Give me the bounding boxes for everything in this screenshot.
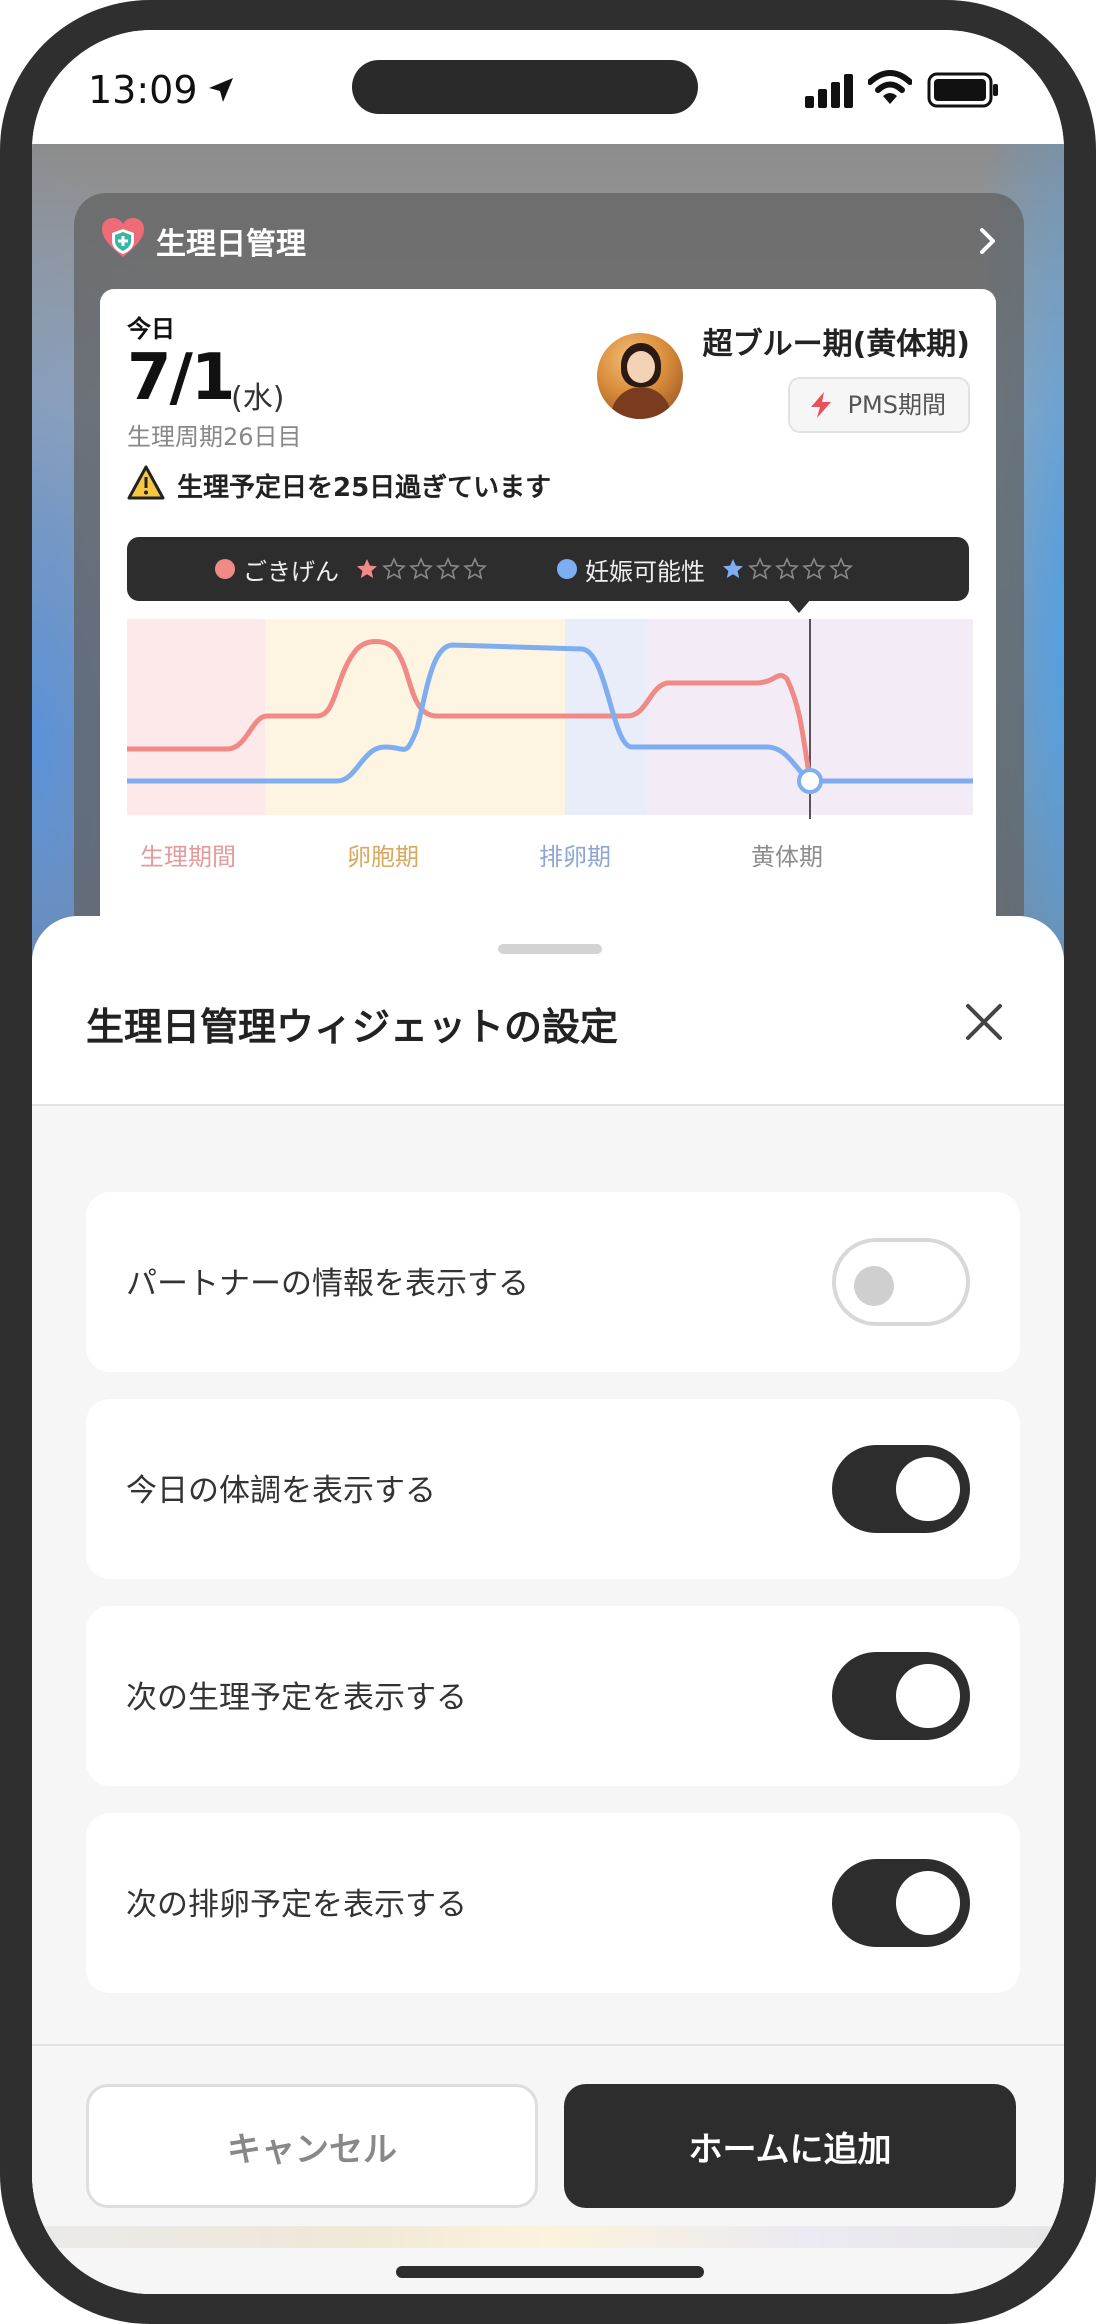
star-empty-icon xyxy=(436,557,460,580)
background-strip xyxy=(32,2226,1064,2248)
legend-label-mood: ごきげん xyxy=(243,557,339,586)
pms-badge: PMS期間 xyxy=(787,377,970,433)
signal-icon xyxy=(805,74,853,108)
setting-row-next-ovulation: 次の排卵予定を表示する xyxy=(86,1813,1020,1993)
legend-item-fertility: 妊娠可能性 xyxy=(557,551,853,587)
legend-label-fertility: 妊娠可能性 xyxy=(585,557,705,586)
status-time: 13:09 xyxy=(88,68,198,112)
widget-title: 生理日管理 xyxy=(156,227,306,262)
setting-row-next-period: 次の生理予定を表示する xyxy=(86,1606,1020,1786)
dynamic-island xyxy=(352,60,698,114)
setting-row-partner: パートナーの情報を表示する xyxy=(86,1192,1020,1372)
status-bar: 13:09 xyxy=(32,30,1064,144)
setting-row-condition: 今日の体調を表示する xyxy=(86,1399,1020,1579)
star-filled-icon xyxy=(357,559,377,578)
wifi-icon xyxy=(868,70,912,104)
lightning-icon xyxy=(810,392,831,418)
weekday: (水) xyxy=(231,381,285,416)
chevron-right-icon[interactable] xyxy=(978,227,998,255)
sheet-grabber[interactable] xyxy=(498,944,602,954)
setting-label-condition: 今日の体調を表示する xyxy=(126,1473,436,1509)
star-empty-icon xyxy=(829,557,853,580)
star-empty-icon xyxy=(748,557,772,580)
location-arrow-icon xyxy=(209,78,233,102)
chart-legend: ごきげん 妊娠可能性 xyxy=(127,537,969,601)
phone-frame: 13:09 生理日管理 今日 7/1 (水) 生理周期26日目 超ブルー期(黄体… xyxy=(0,0,1096,2324)
toggle-next-period[interactable] xyxy=(832,1652,970,1740)
phase-label-ovulation: 排卵期 xyxy=(539,843,611,871)
add-to-home-button[interactable]: ホームに追加 xyxy=(564,2084,1016,2208)
setting-label-next-period: 次の生理予定を表示する xyxy=(126,1680,467,1716)
screen: 13:09 生理日管理 今日 7/1 (水) 生理周期26日目 超ブルー期(黄体… xyxy=(32,30,1064,2294)
battery-icon xyxy=(927,72,998,108)
cancel-button[interactable]: キャンセル xyxy=(86,2084,538,2208)
warning-icon xyxy=(127,465,165,500)
star-empty-icon xyxy=(409,557,433,580)
setting-label-partner: パートナーの情報を表示する xyxy=(126,1266,529,1302)
settings-sheet: 生理日管理ウィジェットの設定 パートナーの情報を表示する 今日の体調を表示する … xyxy=(32,916,1064,2294)
cycle-chart xyxy=(127,619,973,819)
star-empty-icon xyxy=(463,557,487,580)
widget-card: 今日 7/1 (水) 生理周期26日目 超ブルー期(黄体期) PMS期間 生理予… xyxy=(100,289,996,1009)
sheet-footer: キャンセル ホームに追加 xyxy=(32,2044,1064,2294)
cycle-day: 生理周期26日目 xyxy=(127,423,302,451)
toggle-condition[interactable] xyxy=(832,1445,970,1533)
heart-shield-icon xyxy=(102,218,144,257)
fertility-dot-icon xyxy=(557,559,577,579)
close-icon[interactable] xyxy=(962,1000,1006,1044)
phase-band-menstrual xyxy=(127,619,265,815)
pms-badge-label: PMS期間 xyxy=(847,391,946,419)
date: 7/1 xyxy=(127,341,235,415)
home-indicator[interactable] xyxy=(396,2266,704,2278)
sheet-title: 生理日管理ウィジェットの設定 xyxy=(86,1005,619,1049)
star-empty-icon xyxy=(802,557,826,580)
mood-dot-icon xyxy=(215,559,235,579)
phase-name: 超ブルー期(黄体期) xyxy=(702,327,970,362)
sheet-header: 生理日管理ウィジェットの設定 xyxy=(32,916,1064,1106)
star-empty-icon xyxy=(382,557,406,580)
phase-label-menstrual: 生理期間 xyxy=(140,843,236,871)
star-empty-icon xyxy=(775,557,799,580)
today-marker xyxy=(797,768,823,794)
warning-text: 生理予定日を25日過ぎています xyxy=(177,473,552,503)
mood-stars xyxy=(355,557,487,581)
star-filled-icon xyxy=(723,559,743,578)
phase-label-luteal: 黄体期 xyxy=(751,843,823,871)
toggle-partner[interactable] xyxy=(832,1238,970,1326)
toggle-next-ovulation[interactable] xyxy=(832,1859,970,1947)
phase-label-follicular: 卵胞期 xyxy=(347,843,419,871)
legend-pointer xyxy=(787,599,811,613)
legend-item-mood: ごきげん xyxy=(215,551,487,587)
fertility-stars xyxy=(721,557,853,581)
setting-label-next-ovulation: 次の排卵予定を表示する xyxy=(126,1887,467,1923)
today-label: 今日 xyxy=(127,315,175,343)
avatar xyxy=(597,333,683,419)
